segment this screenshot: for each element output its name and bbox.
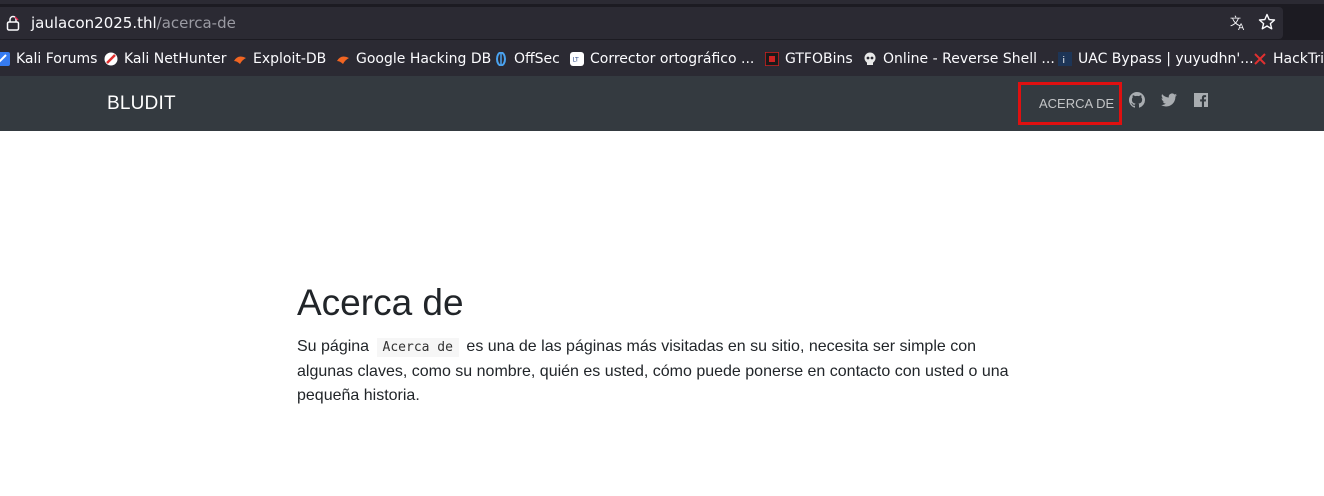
svg-text:LT: LT xyxy=(573,57,580,64)
bookmark-kali-nethunter[interactable]: Kali NetHunter xyxy=(104,49,226,69)
bookmark-gtfobins[interactable]: GTFOBins xyxy=(765,49,853,69)
facebook-icon[interactable] xyxy=(1193,92,1209,108)
bookmark-label: OffSec xyxy=(514,51,560,67)
kali-forums-icon xyxy=(0,52,10,66)
body-text-before: Su página xyxy=(297,338,370,355)
twitter-icon[interactable] xyxy=(1161,92,1177,108)
highlight-annotation xyxy=(1018,82,1122,125)
github-icon[interactable] xyxy=(1129,92,1145,108)
bookmark-google-hacking-db[interactable]: Google Hacking DB xyxy=(336,49,491,69)
url-host: jaulacon2025.thl xyxy=(31,14,157,32)
bookmark-label: GTFOBins xyxy=(785,51,853,67)
bookmark-label: Corrector ortográfico ... xyxy=(590,51,755,67)
bookmark-label: Online - Reverse Shell ... xyxy=(883,51,1055,67)
bookmark-offsec[interactable]: OffSec xyxy=(494,49,560,69)
page-body: Su página Acerca de es una de las página… xyxy=(297,335,1017,408)
hacktricks-icon xyxy=(1254,53,1266,65)
page-content: Acerca de Su página Acerca de es una de … xyxy=(297,280,1027,408)
gtfobins-icon xyxy=(765,52,779,66)
bookmark-label: Exploit-DB xyxy=(253,51,327,67)
url-text[interactable]: jaulacon2025.thl/acerca-de xyxy=(31,14,236,32)
skull-icon xyxy=(864,52,876,65)
svg-text:i: i xyxy=(1063,56,1066,66)
translate-icon[interactable]: 文A xyxy=(1228,13,1248,33)
bookmark-star-icon[interactable] xyxy=(1257,13,1277,33)
bookmark-label: Google Hacking DB xyxy=(356,51,492,67)
bookmark-kali-forums[interactable]: Kali Forums xyxy=(0,49,97,69)
url-path: /acerca-de xyxy=(156,14,236,32)
svg-text:A: A xyxy=(1238,23,1245,31)
page-title: Acerca de xyxy=(297,282,464,323)
bookmark-reverse-shell[interactable]: Online - Reverse Shell ... xyxy=(863,49,1055,69)
corrector-icon: LT xyxy=(570,52,584,66)
offsec-icon xyxy=(496,52,506,66)
tab-strip-edge xyxy=(0,0,1324,4)
bookmarks-bar: Kali Forums Kali NetHunter Exploit-DB Go… xyxy=(0,40,1324,76)
site-brand[interactable]: BLUDIT xyxy=(107,93,176,115)
uac-bypass-icon: i xyxy=(1058,52,1072,66)
address-bar[interactable]: jaulacon2025.thl/acerca-de 文A xyxy=(0,7,1283,39)
kali-nethunter-icon xyxy=(104,52,118,66)
lock-icon[interactable] xyxy=(6,15,20,31)
inline-code: Acerca de xyxy=(376,338,459,357)
bookmark-uac-bypass[interactable]: i UAC Bypass | yuyudhn'... xyxy=(1058,49,1254,69)
bookmark-label: Kali Forums xyxy=(16,51,98,67)
site-navbar: BLUDIT ACERCA DE xyxy=(0,76,1324,131)
bookmark-corrector[interactable]: LT Corrector ortográfico ... xyxy=(570,49,754,69)
bookmark-hacktricks[interactable]: HackTric xyxy=(1253,49,1324,69)
exploit-db-icon xyxy=(234,56,246,64)
bookmark-label: Kali NetHunter xyxy=(124,51,227,67)
google-hacking-db-icon xyxy=(337,56,349,64)
bookmark-exploit-db[interactable]: Exploit-DB xyxy=(233,49,326,69)
bookmark-label: HackTric xyxy=(1273,51,1324,67)
bookmark-label: UAC Bypass | yuyudhn'... xyxy=(1078,51,1254,67)
